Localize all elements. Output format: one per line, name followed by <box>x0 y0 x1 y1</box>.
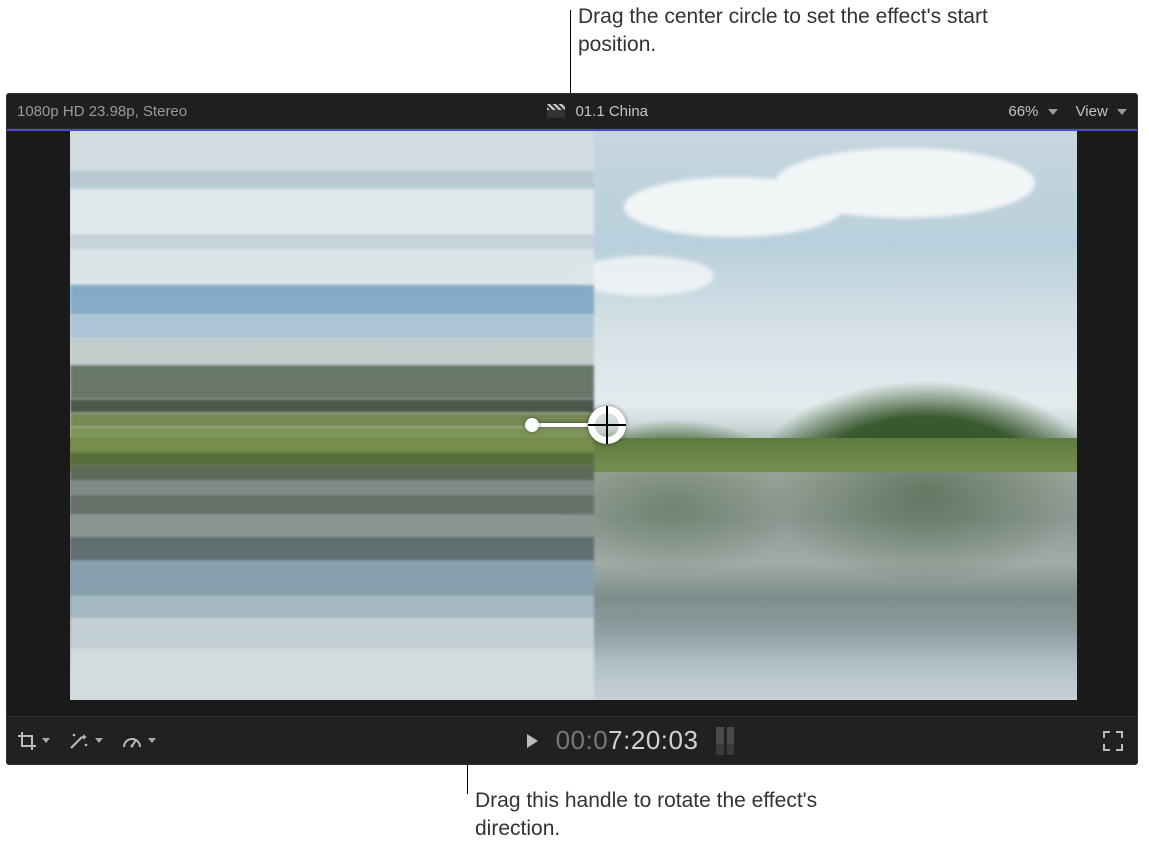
crop-tool-button[interactable] <box>15 727 52 755</box>
view-dropdown[interactable]: View <box>1076 103 1127 120</box>
timecode-active: 7:20:03 <box>608 725 698 755</box>
fullscreen-button[interactable] <box>1103 731 1123 751</box>
wand-sparkle-icon <box>68 731 90 751</box>
blur-streak-effect <box>70 131 584 700</box>
speedometer-icon <box>121 731 143 751</box>
zoom-dropdown[interactable]: 66% <box>1008 103 1057 120</box>
zoom-level-label: 66% <box>1008 103 1038 120</box>
clip-name-label: 01.1 China <box>575 103 648 120</box>
play-button[interactable] <box>527 734 538 748</box>
view-label: View <box>1076 103 1108 120</box>
crop-icon <box>17 731 37 751</box>
audio-meter-bar <box>716 727 724 755</box>
viewer-canvas[interactable] <box>7 129 1137 716</box>
cloud-shape <box>775 148 1035 218</box>
viewer-window: 1080p HD 23.98p, Stereo 01.1 China 66% V… <box>6 93 1138 765</box>
callout-top: Drag the center circle to set the effect… <box>578 3 1008 60</box>
callout-bottom: Drag this handle to rotate the effect's … <box>475 787 905 844</box>
video-frame <box>70 131 1077 700</box>
corner-icon <box>1116 731 1123 738</box>
viewer-titlebar: 1080p HD 23.98p, Stereo 01.1 China 66% V… <box>7 94 1137 129</box>
effect-rotate-handle[interactable] <box>525 418 539 432</box>
clapperboard-icon <box>547 104 565 118</box>
retime-tool-button[interactable] <box>119 727 158 755</box>
viewer-bottombar: 00:07:20:03 <box>7 716 1137 764</box>
format-info: 1080p HD 23.98p, Stereo <box>17 103 187 120</box>
effect-center-handle[interactable] <box>588 406 626 444</box>
timecode-display[interactable]: 00:07:20:03 <box>556 725 699 756</box>
chevron-down-icon <box>1117 109 1127 115</box>
chevron-down-icon <box>148 738 156 743</box>
audio-meter-bar <box>727 727 735 755</box>
corner-icon <box>1103 744 1110 751</box>
chevron-down-icon <box>95 738 103 743</box>
audio-meter[interactable] <box>716 727 734 755</box>
effect-rotate-stem[interactable] <box>532 423 592 427</box>
corner-icon <box>1103 731 1110 738</box>
timecode-dim: 00:0 <box>556 725 609 755</box>
cloud-shape <box>574 256 714 296</box>
enhance-tool-button[interactable] <box>66 727 105 755</box>
chevron-down-icon <box>42 738 50 743</box>
chevron-down-icon <box>1048 109 1058 115</box>
corner-icon <box>1116 744 1123 751</box>
